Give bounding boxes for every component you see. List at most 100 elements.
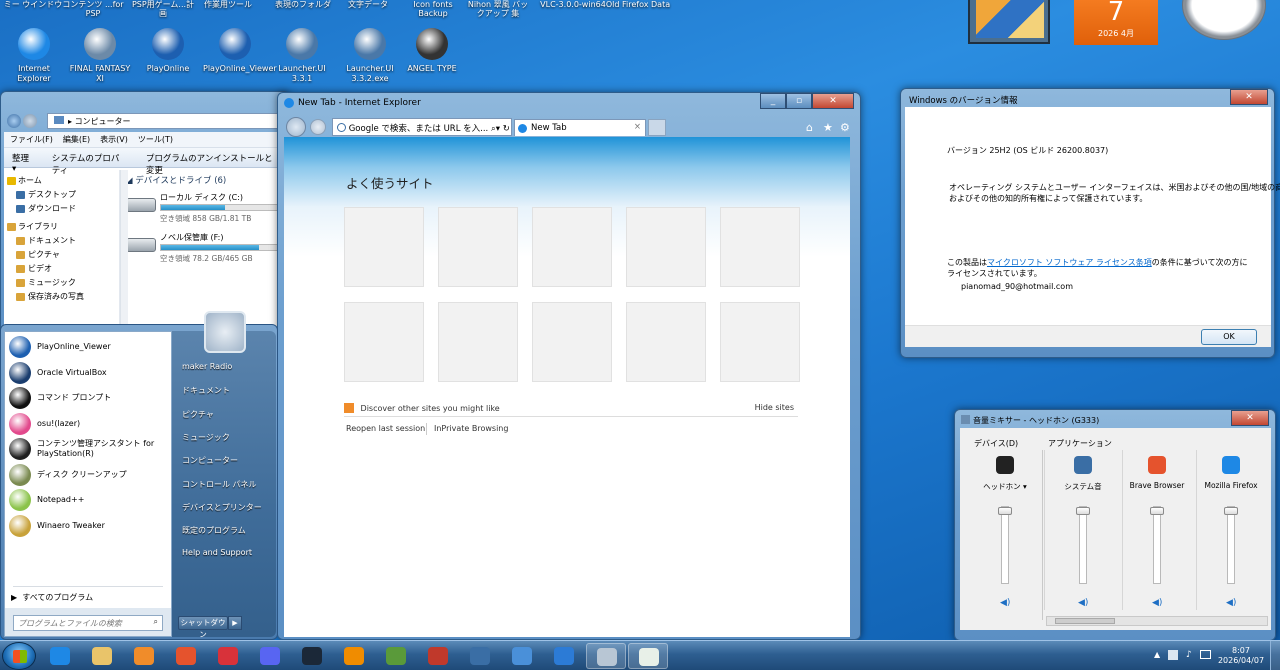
site-tile[interactable] [720, 302, 800, 382]
start-menu-program[interactable]: ディスク クリーンアップ [9, 462, 169, 488]
taskbar-app-internet-explorer[interactable] [40, 643, 80, 669]
drive-item[interactable]: ノベル保管庫 (F:) 空き領域 78.2 GB/465 GB [126, 232, 284, 266]
calendar-gadget-photo[interactable] [968, 0, 1050, 44]
start-menu-place[interactable]: コントロール パネル [182, 479, 257, 490]
site-tile[interactable] [626, 207, 706, 287]
stop-icon[interactable]: ✕ [510, 124, 511, 134]
start-menu-program[interactable]: Notepad++ [9, 487, 169, 513]
start-menu-place[interactable]: デバイスとプリンター [182, 502, 262, 513]
site-tile[interactable] [438, 302, 518, 382]
desktop-top-label[interactable]: VLC-3.0.0-win64 [540, 0, 606, 9]
minimize-button[interactable]: _ [760, 93, 786, 109]
command-button[interactable]: システムのプロパティ [52, 152, 128, 176]
start-menu-program[interactable]: コンテンツ管理アシスタント for PlayStation(R) [9, 436, 169, 462]
start-menu-program[interactable]: PlayOnline_Viewer [9, 334, 169, 360]
desktop-top-label[interactable]: 作業用ツール [195, 0, 261, 9]
mixer-scrollbar[interactable] [1046, 616, 1268, 626]
mute-button-speaker-icon[interactable]: ◀) [1078, 598, 1088, 608]
desktop-top-label[interactable]: PSP用ゲーム...計画 [130, 0, 196, 18]
site-tile[interactable] [532, 302, 612, 382]
explorer-scrollbar[interactable] [120, 170, 128, 327]
desktop-top-label[interactable]: 文字データ [335, 0, 401, 9]
start-menu-program[interactable]: osu!(lazer) [9, 411, 169, 437]
start-menu-place[interactable]: 既定のプログラム [182, 525, 246, 536]
dialog-close-button[interactable]: ✕ [1230, 89, 1268, 105]
ie-address-bar[interactable]: Google で検索、または URL を入... ⌕▾ ↻ ✕ [332, 118, 512, 136]
command-button[interactable]: 整理 ▾ [12, 152, 34, 174]
desktop-icon[interactable]: ANGEL TYPE [400, 28, 464, 74]
shutdown-button[interactable]: シャットダウン [178, 616, 228, 639]
taskbar-app-network[interactable] [502, 643, 542, 669]
desktop-icon[interactable]: Internet Explorer [2, 28, 66, 84]
mute-button-speaker-icon[interactable]: ◀) [1152, 598, 1162, 608]
mute-button-speaker-icon[interactable]: ◀) [1000, 598, 1010, 608]
desktop-top-label[interactable]: Icon fonts Backup [400, 0, 466, 18]
taskbar-app-brave[interactable] [166, 643, 206, 669]
start-menu-place[interactable]: Help and Support [182, 548, 252, 557]
taskbar-app-vivaldi[interactable] [208, 643, 248, 669]
command-button[interactable]: プログラムのアンインストールと変更 [146, 152, 276, 176]
nav-item[interactable]: デスクトップ [4, 188, 119, 202]
volume-slider-thumb[interactable] [1224, 507, 1238, 515]
start-search-input[interactable]: プログラムとファイルの検索 ⌕ [13, 615, 163, 631]
nav-item[interactable]: ホーム [4, 174, 119, 188]
volume-slider-thumb[interactable] [998, 507, 1012, 515]
menu-item[interactable]: 表示(V) [100, 134, 128, 145]
volume-slider[interactable] [1150, 506, 1164, 584]
nav-item[interactable]: ライブラリ [4, 220, 119, 234]
site-tile[interactable] [532, 207, 612, 287]
taskbar-app-steam[interactable] [292, 643, 332, 669]
desktop-top-label[interactable]: Nihon 翠風 バックアップ 集 [465, 0, 531, 18]
discover-link[interactable]: Discover other sites you might like [361, 404, 500, 413]
ie-back-button[interactable] [286, 117, 306, 137]
forward-button[interactable] [23, 114, 37, 128]
tray-volume-icon[interactable]: ♪ [1186, 650, 1192, 660]
tab-close-icon[interactable]: × [634, 122, 641, 132]
desktop-icon[interactable]: Launcher.UI 3.3.2.exe [338, 28, 402, 84]
taskbar-app-app-blue[interactable] [544, 643, 584, 669]
start-menu-place[interactable]: ドキュメント [182, 385, 230, 396]
all-programs-item[interactable]: ▶ すべてのプログラム [11, 592, 93, 603]
taskbar-app-discord[interactable] [250, 643, 290, 669]
shutdown-options-button[interactable]: ▶ [228, 616, 242, 630]
hide-sites-link[interactable]: Hide sites [755, 403, 794, 412]
close-button[interactable]: ✕ [812, 93, 854, 109]
license-terms-link[interactable]: マイクロソフト ソフトウェア ライセンス条項 [987, 258, 1152, 267]
desktop-icon[interactable]: PlayOnline [136, 28, 200, 74]
start-button[interactable] [2, 642, 36, 670]
tray-show-hidden-icon[interactable]: ▲ [1154, 650, 1160, 659]
volume-slider-thumb[interactable] [1076, 507, 1090, 515]
desktop-top-label[interactable]: ミー ウインドウ [0, 0, 66, 9]
favorites-star-icon[interactable]: ★ [823, 121, 833, 134]
start-menu-place[interactable]: ピクチャ [182, 409, 214, 420]
start-menu-place[interactable]: コンピューター [182, 455, 238, 466]
user-picture-icon[interactable] [204, 311, 246, 353]
taskbar-app-game[interactable] [376, 643, 416, 669]
tray-network-icon[interactable] [1168, 650, 1178, 660]
back-button[interactable] [7, 114, 21, 128]
taskbar-app-launcher[interactable] [460, 643, 500, 669]
desktop-icon[interactable]: Launcher.UI 3.3.1 [270, 28, 334, 84]
show-desktop-button[interactable] [1270, 641, 1280, 670]
site-tile[interactable] [720, 207, 800, 287]
tools-gear-icon[interactable]: ⚙ [840, 121, 850, 134]
home-icon[interactable]: ⌂ [806, 121, 813, 134]
volume-slider[interactable] [1224, 506, 1238, 584]
nav-item[interactable]: ビデオ [4, 262, 119, 276]
site-tile[interactable] [344, 207, 424, 287]
taskbar-app-media-player[interactable] [124, 643, 164, 669]
desktop-top-label[interactable]: Old Firefox Data [605, 0, 671, 9]
volume-slider[interactable] [998, 506, 1012, 584]
new-tab-button[interactable] [648, 119, 666, 136]
start-menu-program[interactable]: Winaero Tweaker [9, 513, 169, 539]
nav-item[interactable]: ピクチャ [4, 248, 119, 262]
ok-button[interactable]: OK [1201, 329, 1257, 345]
start-menu-program[interactable]: コマンド プロンプト [9, 385, 169, 411]
refresh-icon[interactable]: ↻ [500, 124, 510, 134]
taskbar-app-disc[interactable] [586, 643, 626, 669]
mute-button-speaker-icon[interactable]: ◀) [1226, 598, 1236, 608]
ie-tab-new[interactable]: New Tab × [514, 119, 646, 136]
nav-item[interactable]: ミュージック [4, 276, 119, 290]
volume-slider-thumb[interactable] [1150, 507, 1164, 515]
taskbar-app-file-explorer[interactable] [82, 643, 122, 669]
